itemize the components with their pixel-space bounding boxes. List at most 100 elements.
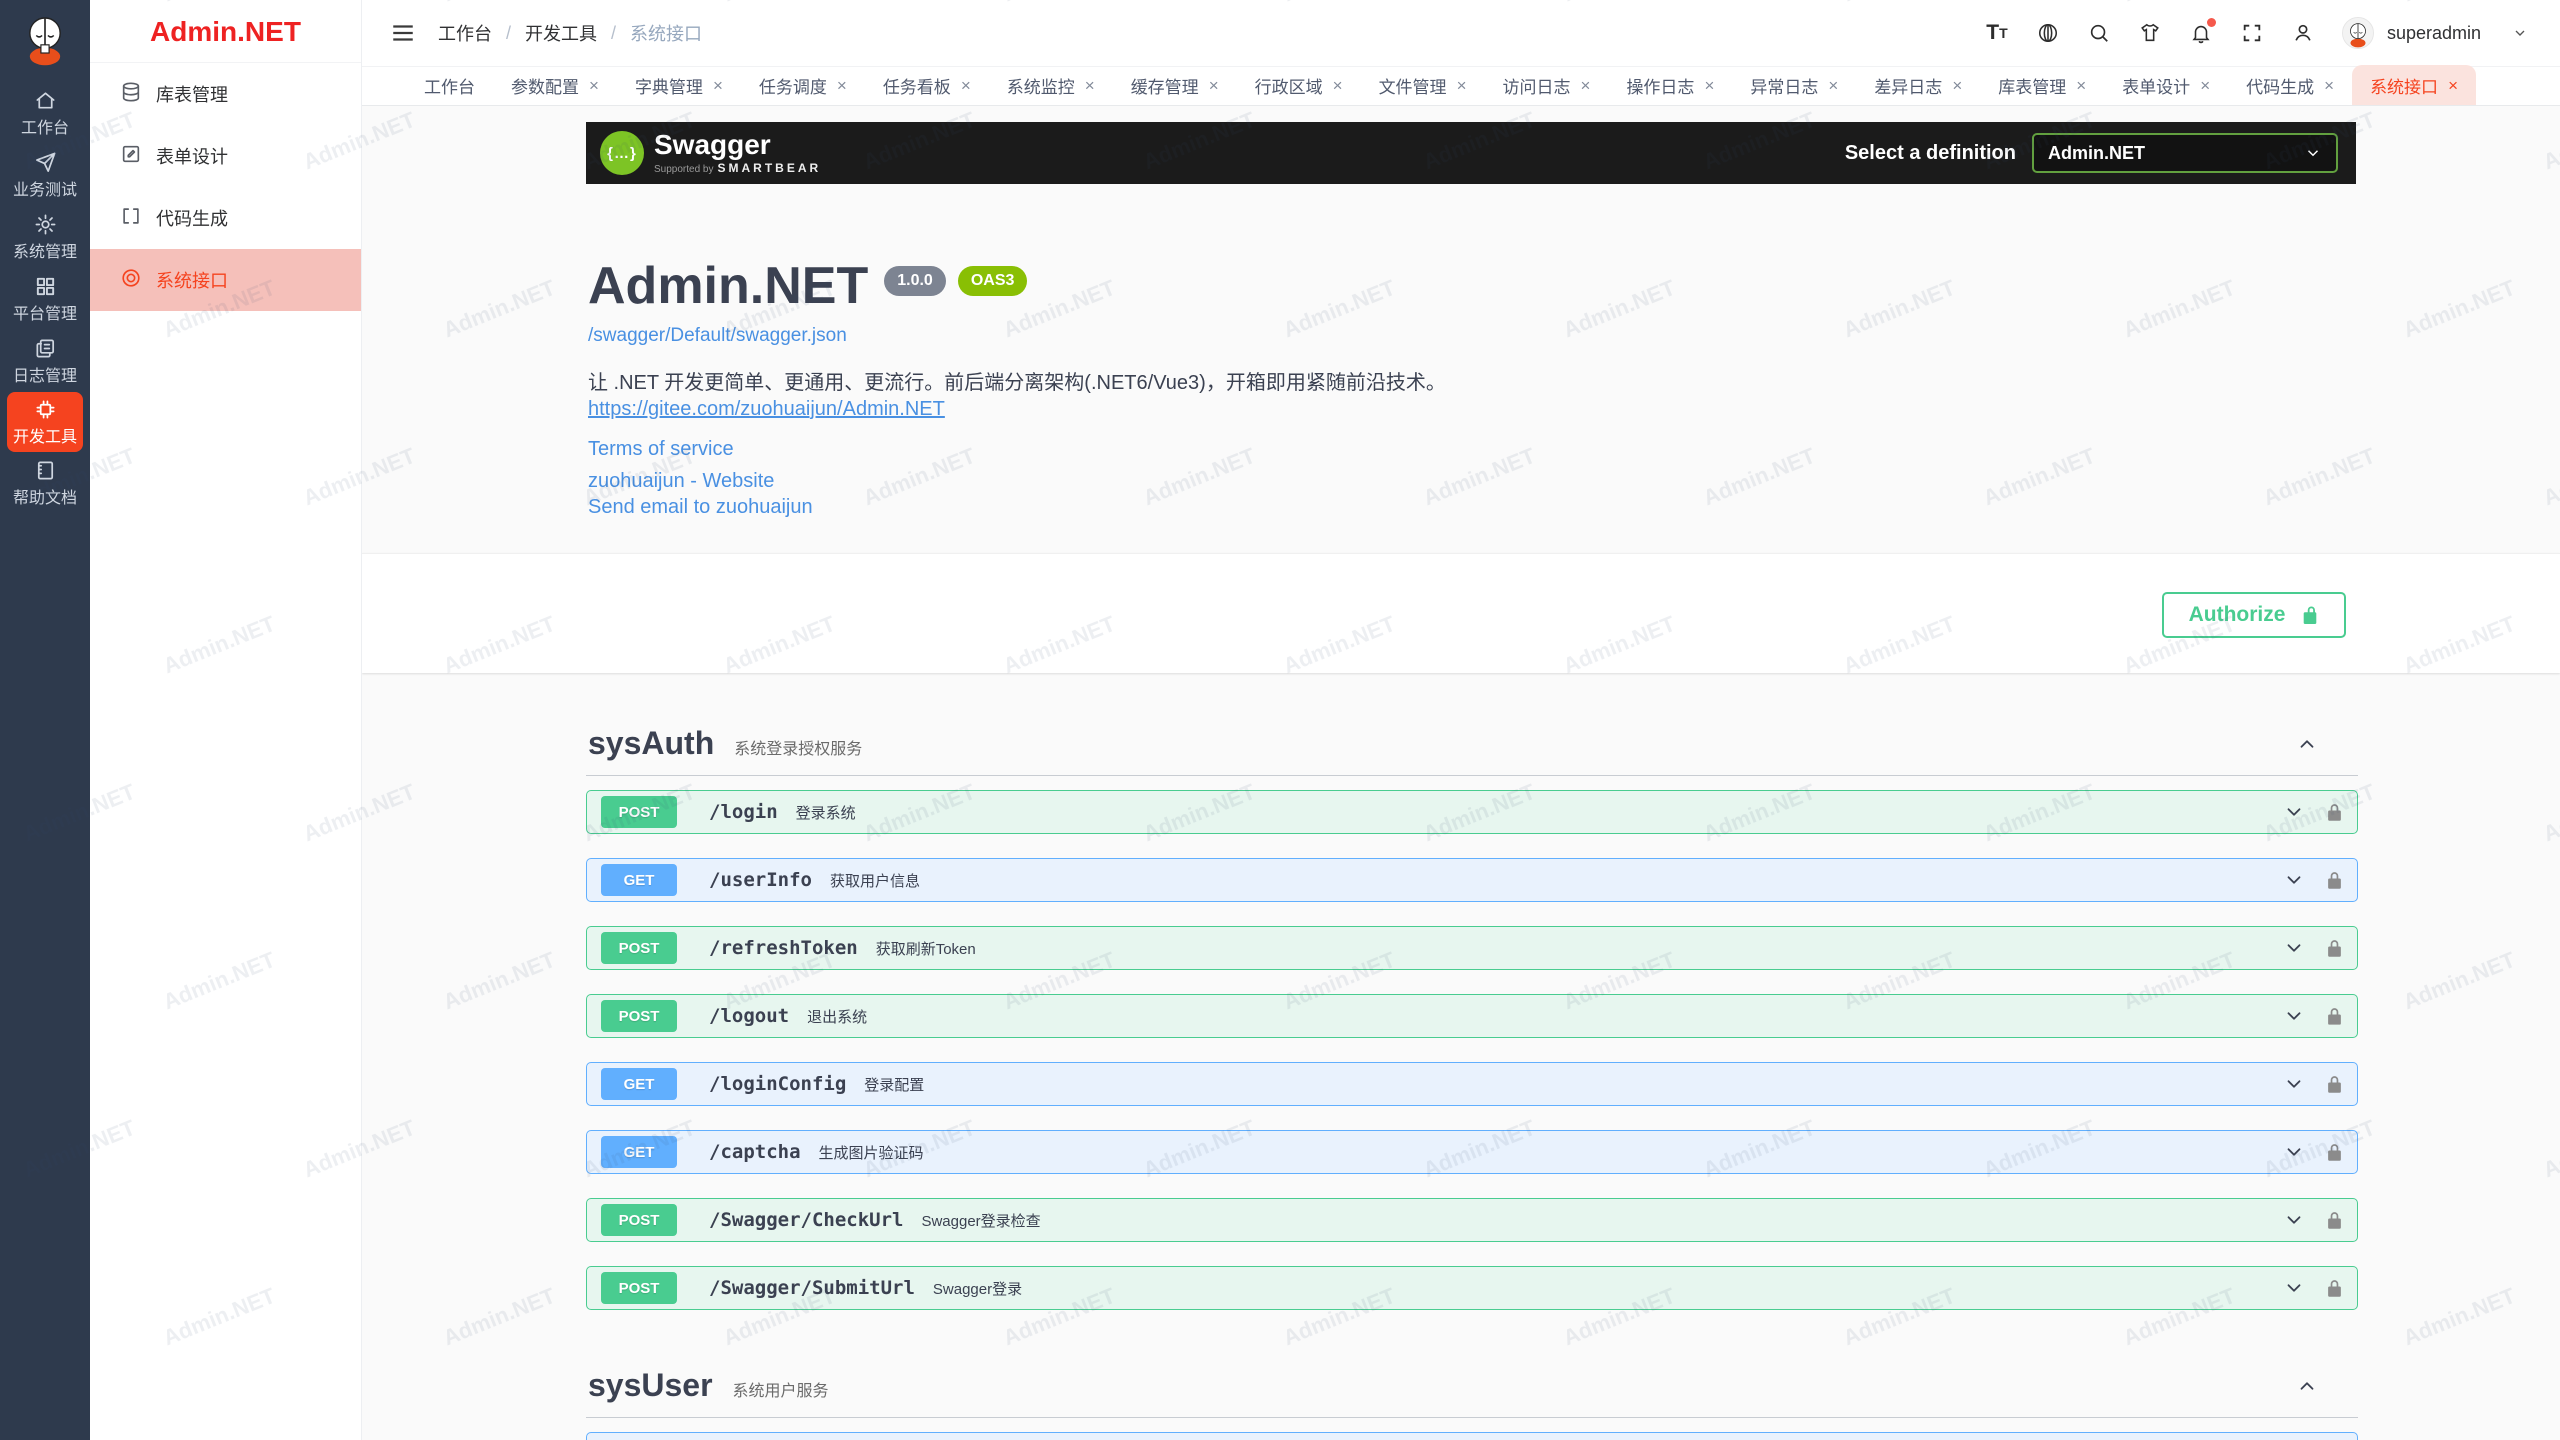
theme-icon[interactable] [2138, 21, 2162, 45]
operation-row[interactable]: POST /Swagger/CheckUrl Swagger登录检查 [586, 1198, 2358, 1242]
operation-summary: 退出系统 [807, 1006, 867, 1027]
spec-url-link[interactable]: /swagger/Default/swagger.json [588, 324, 847, 348]
operation-row[interactable]: GET /loginConfig 登录配置 [586, 1062, 2358, 1106]
tab-item[interactable]: 系统接口× [2352, 65, 2476, 105]
tab-label: 任务调度 [759, 73, 827, 98]
contact-link[interactable]: zuohuaijun - Website [588, 468, 774, 494]
lock-icon[interactable] [2326, 1210, 2343, 1231]
rail-item-chip[interactable]: 开发工具 [7, 392, 83, 452]
profile-icon[interactable] [2291, 21, 2315, 45]
tab-close-icon[interactable]: × [713, 77, 723, 94]
tab-close-icon[interactable]: × [1085, 77, 1095, 94]
chevron-down-icon [2304, 144, 2322, 162]
chevron-up-icon[interactable] [2296, 733, 2318, 755]
logs-icon [34, 337, 57, 365]
operation-row[interactable]: POST /refreshToken 获取刷新Token [586, 926, 2358, 970]
tab-close-icon[interactable]: × [2448, 77, 2458, 94]
rail-item-book[interactable]: 帮助文档 [0, 452, 90, 514]
font-size-icon[interactable]: TT [1985, 21, 2009, 45]
tab-item[interactable]: 文件管理× [1361, 65, 1485, 105]
submenu-item-label: 系统接口 [156, 267, 228, 293]
collapse-menu-icon[interactable] [390, 20, 416, 46]
tab-item[interactable]: 字典管理× [617, 65, 741, 105]
chevron-down-icon[interactable] [2283, 801, 2305, 823]
email-link[interactable]: Send email to zuohuaijun [588, 494, 813, 520]
tab-item[interactable]: 异常日志× [1732, 65, 1856, 105]
authorize-button[interactable]: Authorize [2162, 592, 2346, 638]
operation-row[interactable]: GET /userInfo 获取用户信息 [586, 858, 2358, 902]
tab-close-icon[interactable]: × [2200, 77, 2210, 94]
tab-close-icon[interactable]: × [1704, 77, 1714, 94]
lock-icon[interactable] [2326, 1074, 2343, 1095]
breadcrumb-item[interactable]: 工作台 [438, 20, 492, 46]
lock-icon[interactable] [2326, 1006, 2343, 1027]
tab-close-icon[interactable]: × [1581, 77, 1591, 94]
repo-link[interactable]: https://gitee.com/zuohuaijun/Admin.NET [588, 396, 945, 422]
fullscreen-icon[interactable] [2240, 21, 2264, 45]
terms-link[interactable]: Terms of service [588, 436, 734, 462]
rail-item-send[interactable]: 业务测试 [0, 144, 90, 206]
tab-close-icon[interactable]: × [1333, 77, 1343, 94]
tab-item[interactable]: 访问日志× [1485, 65, 1609, 105]
tab-close-icon[interactable]: × [961, 77, 971, 94]
tab-close-icon[interactable]: × [2076, 77, 2086, 94]
breadcrumb-item[interactable]: 开发工具 [525, 20, 597, 46]
tab-item[interactable]: 行政区域× [1237, 65, 1361, 105]
definition-select[interactable]: Admin.NET [2032, 133, 2338, 173]
submenu-item-api[interactable]: 系统接口 [90, 249, 361, 311]
tab-item[interactable]: 参数配置× [493, 65, 617, 105]
tab-item[interactable]: 代码生成× [2228, 65, 2352, 105]
operation-row[interactable]: POST /Swagger/SubmitUrl Swagger登录 [586, 1266, 2358, 1310]
tab-item[interactable]: 系统监控× [989, 65, 1113, 105]
tab-item[interactable]: 表单设计× [2104, 65, 2228, 105]
tab-close-icon[interactable]: × [589, 77, 599, 94]
rail-item-gear[interactable]: 系统管理 [0, 206, 90, 268]
user-caret-icon[interactable] [2508, 21, 2532, 45]
search-icon[interactable] [2087, 21, 2111, 45]
tab-close-icon[interactable]: × [1457, 77, 1467, 94]
tab-close-icon[interactable]: × [1828, 77, 1838, 94]
rail-item-logs[interactable]: 日志管理 [0, 330, 90, 392]
tab-close-icon[interactable]: × [1952, 77, 1962, 94]
tab-item[interactable]: 工作台 [406, 65, 493, 105]
tab-close-icon[interactable]: × [2324, 77, 2334, 94]
submenu-item-form[interactable]: 表单设计 [90, 125, 361, 187]
tab-item[interactable]: 差异日志× [1856, 65, 1980, 105]
tab-item[interactable]: 库表管理× [1980, 65, 2104, 105]
operation-row[interactable]: POST /login 登录系统 [586, 790, 2358, 834]
chevron-down-icon[interactable] [2283, 1141, 2305, 1163]
tag-header-sysUser[interactable]: sysUser 系统用户服务 [586, 1354, 2358, 1418]
tab-item[interactable]: 操作日志× [1608, 65, 1732, 105]
username[interactable]: superadmin [2387, 23, 2481, 44]
lock-icon[interactable] [2326, 938, 2343, 959]
lock-icon[interactable] [2326, 1278, 2343, 1299]
chevron-down-icon[interactable] [2283, 1073, 2305, 1095]
chevron-down-icon[interactable] [2283, 1277, 2305, 1299]
tab-close-icon[interactable]: × [1209, 77, 1219, 94]
tab-item[interactable]: 任务调度 × [741, 65, 865, 105]
chevron-down-icon[interactable] [2283, 1209, 2305, 1231]
submenu-item-database[interactable]: 库表管理 [90, 63, 361, 125]
app-logo[interactable] [0, 0, 90, 78]
method-badge: POST [601, 1000, 677, 1032]
notification-icon[interactable] [2189, 21, 2213, 45]
tab-item[interactable]: 任务看板× [865, 65, 989, 105]
submenu-item-code[interactable]: 代码生成 [90, 187, 361, 249]
chevron-up-icon[interactable] [2296, 1375, 2318, 1397]
language-icon[interactable] [2036, 21, 2060, 45]
lock-icon[interactable] [2326, 870, 2343, 891]
user-avatar[interactable] [2342, 17, 2374, 49]
operation-row[interactable] [586, 1432, 2358, 1440]
chevron-down-icon[interactable] [2283, 937, 2305, 959]
lock-icon[interactable] [2326, 1142, 2343, 1163]
tab-item[interactable]: 缓存管理× [1113, 65, 1237, 105]
operation-row[interactable]: GET /captcha 生成图片验证码 [586, 1130, 2358, 1174]
chevron-down-icon[interactable] [2283, 1005, 2305, 1027]
lock-icon[interactable] [2326, 802, 2343, 823]
operation-row[interactable]: POST /logout 退出系统 [586, 994, 2358, 1038]
chevron-down-icon[interactable] [2283, 869, 2305, 891]
tag-header-sysAuth[interactable]: sysAuth 系统登录授权服务 [586, 712, 2358, 776]
rail-item-home[interactable]: 工作台 [0, 82, 90, 144]
rail-item-grid[interactable]: 平台管理 [0, 268, 90, 330]
tab-close-icon[interactable]: × [837, 77, 847, 94]
